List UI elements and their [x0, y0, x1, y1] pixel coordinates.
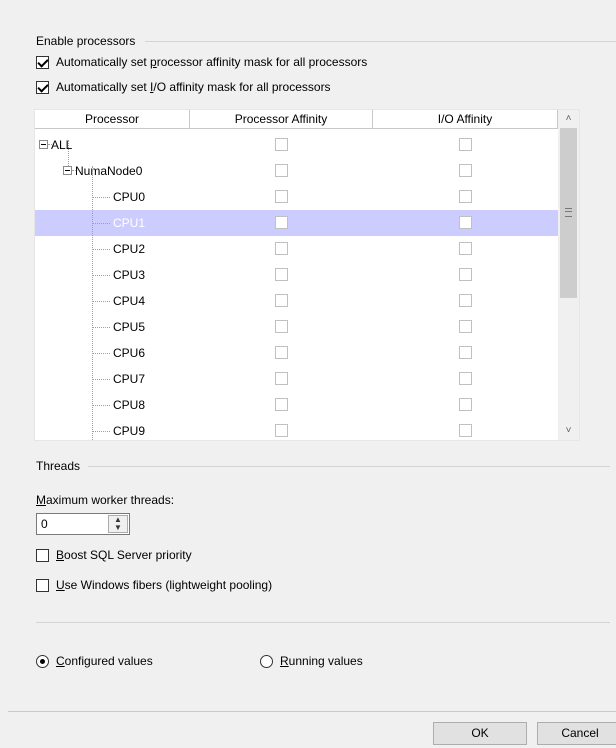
- io-affinity-checkbox[interactable]: [459, 164, 472, 177]
- processor-affinity-checkbox[interactable]: [275, 268, 288, 281]
- grid-row[interactable]: CPU7: [35, 366, 558, 392]
- io-affinity-checkbox[interactable]: [459, 294, 472, 307]
- processor-name: ALL: [51, 138, 73, 152]
- processor-name: CPU9: [113, 424, 146, 438]
- processor-affinity-checkbox[interactable]: [275, 372, 288, 385]
- vertical-scrollbar[interactable]: ˄ ˅: [558, 110, 579, 440]
- grid-row[interactable]: NumaNode0: [35, 158, 558, 184]
- spinner-buttons[interactable]: ▲ ▼: [108, 515, 128, 533]
- max-worker-threads-label: Maximum worker threads:: [36, 493, 175, 507]
- processor-affinity-checkbox[interactable]: [275, 190, 288, 203]
- grid-row[interactable]: CPU1: [35, 210, 558, 236]
- auto-processor-affinity-checkbox[interactable]: [36, 56, 49, 69]
- scroll-down-button[interactable]: ˅: [558, 422, 579, 440]
- spinner-down-icon[interactable]: ▼: [109, 524, 127, 532]
- processor-name: CPU6: [113, 346, 146, 360]
- tree-connector: [92, 223, 110, 224]
- collapse-icon[interactable]: [63, 166, 72, 175]
- tree-connector: [92, 405, 110, 406]
- processor-affinity-checkbox[interactable]: [275, 320, 288, 333]
- column-header-io-affinity[interactable]: I/O Affinity: [373, 110, 558, 128]
- column-header-processor-affinity[interactable]: Processor Affinity: [190, 110, 373, 128]
- processor-name: CPU2: [113, 242, 146, 256]
- tree-connector: [92, 301, 110, 302]
- running-values-label[interactable]: Running values: [280, 654, 363, 668]
- io-affinity-checkbox[interactable]: [459, 216, 472, 229]
- grid-row[interactable]: CPU9: [35, 418, 558, 440]
- processor-affinity-grid[interactable]: Processor Processor Affinity I/O Affinit…: [34, 109, 580, 441]
- tree-connector: [92, 197, 110, 198]
- grip-icon: [565, 208, 572, 217]
- values-separator: [36, 622, 610, 623]
- column-header-processor[interactable]: Processor: [35, 110, 190, 128]
- processor-affinity-checkbox[interactable]: [275, 294, 288, 307]
- processor-affinity-checkbox[interactable]: [275, 398, 288, 411]
- footer-separator: [8, 711, 616, 712]
- boost-priority-checkbox[interactable]: [36, 549, 49, 562]
- io-affinity-checkbox[interactable]: [459, 398, 472, 411]
- processor-affinity-checkbox[interactable]: [275, 138, 288, 151]
- processor-affinity-checkbox[interactable]: [275, 242, 288, 255]
- grid-row[interactable]: CPU6: [35, 340, 558, 366]
- io-affinity-checkbox[interactable]: [459, 424, 472, 437]
- tree-guide: [92, 166, 93, 440]
- processor-name: CPU8: [113, 398, 146, 412]
- processor-name: CPU1: [113, 216, 146, 230]
- io-affinity-checkbox[interactable]: [459, 320, 472, 333]
- grid-row[interactable]: CPU0: [35, 184, 558, 210]
- grid-row[interactable]: CPU2: [35, 236, 558, 262]
- auto-processor-affinity-label[interactable]: Automatically set processor affinity mas…: [56, 55, 367, 69]
- tree-connector: [92, 431, 110, 432]
- io-affinity-checkbox[interactable]: [459, 268, 472, 281]
- configured-values-radio[interactable]: [36, 655, 49, 668]
- tree-guide: [68, 140, 69, 166]
- max-worker-threads-spinner[interactable]: 0 ▲ ▼: [36, 513, 130, 535]
- boost-priority-label[interactable]: Boost SQL Server priority: [56, 548, 192, 562]
- processor-affinity-checkbox[interactable]: [275, 216, 288, 229]
- threads-label: Threads: [36, 459, 81, 473]
- max-worker-threads-value[interactable]: 0: [41, 517, 48, 531]
- processor-name: CPU4: [113, 294, 146, 308]
- grid-row[interactable]: CPU5: [35, 314, 558, 340]
- processor-name: CPU5: [113, 320, 146, 334]
- enable-processors-label: Enable processors: [36, 34, 136, 48]
- auto-io-affinity-checkbox[interactable]: [36, 81, 49, 94]
- tree-connector: [92, 353, 110, 354]
- ok-button[interactable]: OK: [433, 722, 527, 745]
- processor-affinity-checkbox[interactable]: [275, 424, 288, 437]
- io-affinity-checkbox[interactable]: [459, 242, 472, 255]
- tree-connector: [92, 379, 110, 380]
- grid-row[interactable]: CPU3: [35, 262, 558, 288]
- scroll-thumb[interactable]: [560, 128, 577, 298]
- running-values-radio[interactable]: [260, 655, 273, 668]
- collapse-icon[interactable]: [39, 140, 48, 149]
- processor-name: CPU7: [113, 372, 146, 386]
- windows-fibers-checkbox[interactable]: [36, 579, 49, 592]
- enable-processors-separator: [145, 41, 616, 42]
- tree-connector: [92, 275, 110, 276]
- configured-values-label[interactable]: Configured values: [56, 654, 153, 668]
- processor-affinity-checkbox[interactable]: [275, 164, 288, 177]
- processor-name: NumaNode0: [75, 164, 143, 178]
- processor-name: CPU0: [113, 190, 146, 204]
- auto-io-affinity-label[interactable]: Automatically set I/O affinity mask for …: [56, 80, 331, 94]
- grid-row[interactable]: CPU4: [35, 288, 558, 314]
- tree-connector: [92, 249, 110, 250]
- grid-row[interactable]: CPU8: [35, 392, 558, 418]
- windows-fibers-label[interactable]: Use Windows fibers (lightweight pooling): [56, 578, 272, 592]
- grid-row[interactable]: ALL: [35, 132, 558, 158]
- processor-affinity-checkbox[interactable]: [275, 346, 288, 359]
- io-affinity-checkbox[interactable]: [459, 138, 472, 151]
- threads-separator: [88, 466, 610, 467]
- io-affinity-checkbox[interactable]: [459, 346, 472, 359]
- grid-header: Processor Processor Affinity I/O Affinit…: [35, 110, 558, 129]
- io-affinity-checkbox[interactable]: [459, 190, 472, 203]
- cancel-button[interactable]: Cancel: [537, 722, 616, 745]
- io-affinity-checkbox[interactable]: [459, 372, 472, 385]
- processor-name: CPU3: [113, 268, 146, 282]
- tree-connector: [92, 327, 110, 328]
- scroll-up-button[interactable]: ˄: [558, 110, 579, 128]
